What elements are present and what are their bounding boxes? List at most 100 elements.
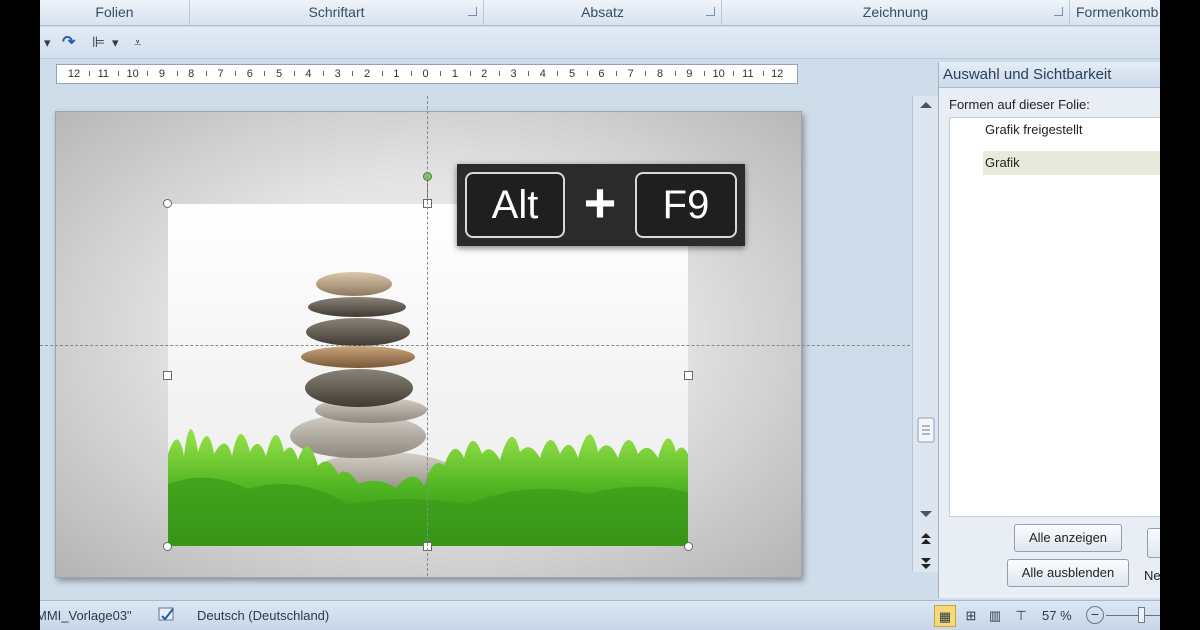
language-indicator[interactable]: Deutsch (Deutschland) <box>197 608 329 623</box>
ruler-minor-tick <box>410 71 412 76</box>
resize-handle-bottom-right[interactable] <box>684 542 693 551</box>
ruler-tick-label: 11 <box>97 68 109 80</box>
shape-item-grafik[interactable]: Grafik <box>983 151 1160 175</box>
align-icon[interactable]: ⊫ <box>92 35 105 51</box>
resize-handle-top-left[interactable] <box>163 199 172 208</box>
previous-slide-icon[interactable] <box>916 530 936 548</box>
ruler-tick-label: 10 <box>712 68 725 80</box>
ruler-minor-tick <box>117 71 119 76</box>
ruler-minor-tick <box>88 71 90 76</box>
ruler-minor-tick <box>293 71 295 76</box>
dialog-launcher-icon[interactable] <box>706 7 715 16</box>
ribbon-group-label: Folien <box>95 4 134 20</box>
ruler-minor-tick <box>323 71 325 76</box>
ruler-tick-label: 5 <box>569 68 576 80</box>
ruler-minor-tick <box>674 71 676 76</box>
ruler-minor-tick <box>147 71 149 76</box>
scroll-down-icon[interactable] <box>916 506 936 524</box>
ruler-minor-tick <box>733 71 735 76</box>
spellcheck-icon[interactable] <box>156 604 178 626</box>
slide-sorter-icon[interactable]: ⊞ <box>960 605 982 627</box>
shape-item-grafik-freigestellt[interactable]: Grafik freigestellt <box>983 118 1160 142</box>
ruler-minor-tick <box>176 71 178 76</box>
selected-picture[interactable] <box>168 204 688 546</box>
ruler-minor-tick <box>762 71 764 76</box>
ruler-minor-tick <box>381 71 383 76</box>
slideshow-icon[interactable]: ⊤ <box>1010 605 1032 627</box>
document-name: MMI_Vorlage03" <box>40 608 132 623</box>
ruler-minor-tick <box>557 71 559 76</box>
plus-sign: + <box>583 171 617 234</box>
ruler-tick-label: 7 <box>217 68 224 80</box>
ribbon-group-label: Schriftart <box>308 4 365 20</box>
ribbon-group-label: Zeichnung <box>862 4 929 20</box>
ruler-tick-label: 7 <box>627 68 634 80</box>
ruler-minor-tick <box>703 71 705 76</box>
ruler-minor-tick <box>528 71 530 76</box>
horizontal-ruler[interactable]: 12 11 10 9 8 7 6 5 4 3 2 1 0 1 2 3 4 5 6 7 8 9 10 11 12 <box>56 64 798 84</box>
ruler-tick-label: 3 <box>510 68 517 80</box>
resize-handle-right[interactable] <box>684 371 693 380</box>
hide-all-button[interactable]: Alle ausblenden <box>1007 559 1129 587</box>
ruler-minor-tick <box>352 71 354 76</box>
ruler-minor-tick <box>586 71 588 76</box>
ruler-minor-tick <box>264 71 266 76</box>
ruler-tick-label: 6 <box>246 68 253 80</box>
resize-handle-bottom-left[interactable] <box>163 542 172 551</box>
reorder-label: Ne <box>1144 568 1160 583</box>
zoom-slider-thumb[interactable] <box>1138 607 1145 623</box>
keyboard-shortcut-overlay: Alt + F9 <box>457 164 745 246</box>
ruler-minor-tick <box>469 71 471 76</box>
ruler-tick-label: 5 <box>276 68 283 80</box>
dialog-launcher-icon[interactable] <box>1054 7 1063 16</box>
horizontal-guide[interactable] <box>40 345 910 346</box>
vertical-scrollbar[interactable] <box>912 96 938 572</box>
scroll-up-icon[interactable] <box>916 96 936 114</box>
ruler-tick-label: 9 <box>686 68 693 80</box>
dialog-launcher-icon[interactable] <box>468 7 477 16</box>
ruler-tick-label: 4 <box>305 68 312 80</box>
zoom-slider-track[interactable] <box>1106 615 1160 616</box>
ribbon-group-zeichnung: Zeichnung <box>722 0 1070 26</box>
shapes-label: Formen auf dieser Folie: <box>949 97 1090 112</box>
ruler-tick-label: 4 <box>539 68 546 80</box>
reading-view-icon[interactable]: ▥ <box>984 605 1006 627</box>
zoom-out-icon[interactable]: − <box>1086 606 1104 624</box>
ruler-tick-label: 12 <box>67 68 81 80</box>
show-all-button[interactable]: Alle anzeigen <box>1014 524 1122 552</box>
ribbon-group-folien: Folien <box>40 0 190 26</box>
pane-title: Auswahl und Sichtbarkeit <box>939 62 1160 88</box>
ruler-tick-label: 1 <box>393 68 400 80</box>
ribbon-group-formenkombination: Formenkomb <box>1070 0 1160 26</box>
zen-stones-image <box>168 272 688 546</box>
powerpoint-window: Folien Schriftart Absatz Zeichnung Forme… <box>40 0 1160 630</box>
ribbon-group-schriftart: Schriftart <box>190 0 484 26</box>
vertical-guide[interactable] <box>427 96 428 576</box>
ruler-tick-label: 0 <box>422 68 429 80</box>
ruler-tick-label: 11 <box>742 68 754 80</box>
resize-handle-left[interactable] <box>163 371 172 380</box>
quick-access-toolbar: ▾ ↷ ⊫ ▾ ⩡ <box>40 27 1160 59</box>
zoom-level[interactable]: 57 % <box>1042 608 1072 623</box>
ruler-tick-label: 9 <box>158 68 165 80</box>
ruler-minor-tick <box>205 71 207 76</box>
next-slide-icon[interactable] <box>916 552 936 570</box>
key-alt: Alt <box>465 172 565 238</box>
key-f9: F9 <box>635 172 737 238</box>
ribbon-group-bar: Folien Schriftart Absatz Zeichnung Forme… <box>40 0 1160 26</box>
shape-list: Grafik freigestellt Grafik <box>949 117 1160 517</box>
ruler-minor-tick <box>616 71 618 76</box>
ruler-tick-label: 3 <box>334 68 341 80</box>
ruler-minor-tick <box>235 71 237 76</box>
ribbon-group-label: Absatz <box>581 4 624 20</box>
move-up-button[interactable] <box>1147 528 1160 558</box>
ruler-minor-tick <box>440 71 442 76</box>
status-bar: MMI_Vorlage03" Deutsch (Deutschland) ▦ ⊞… <box>40 600 1160 630</box>
scrollbar-graphics <box>917 102 935 569</box>
customize-toolbar-icon[interactable]: ⩡ <box>134 35 141 51</box>
redo-icon[interactable]: ↷ <box>62 35 75 51</box>
align-dropdown-icon[interactable]: ▾ <box>112 35 119 51</box>
undo-dropdown-icon[interactable]: ▾ <box>44 35 51 51</box>
normal-view-icon[interactable]: ▦ <box>934 605 956 627</box>
ruler-minor-tick <box>645 71 647 76</box>
